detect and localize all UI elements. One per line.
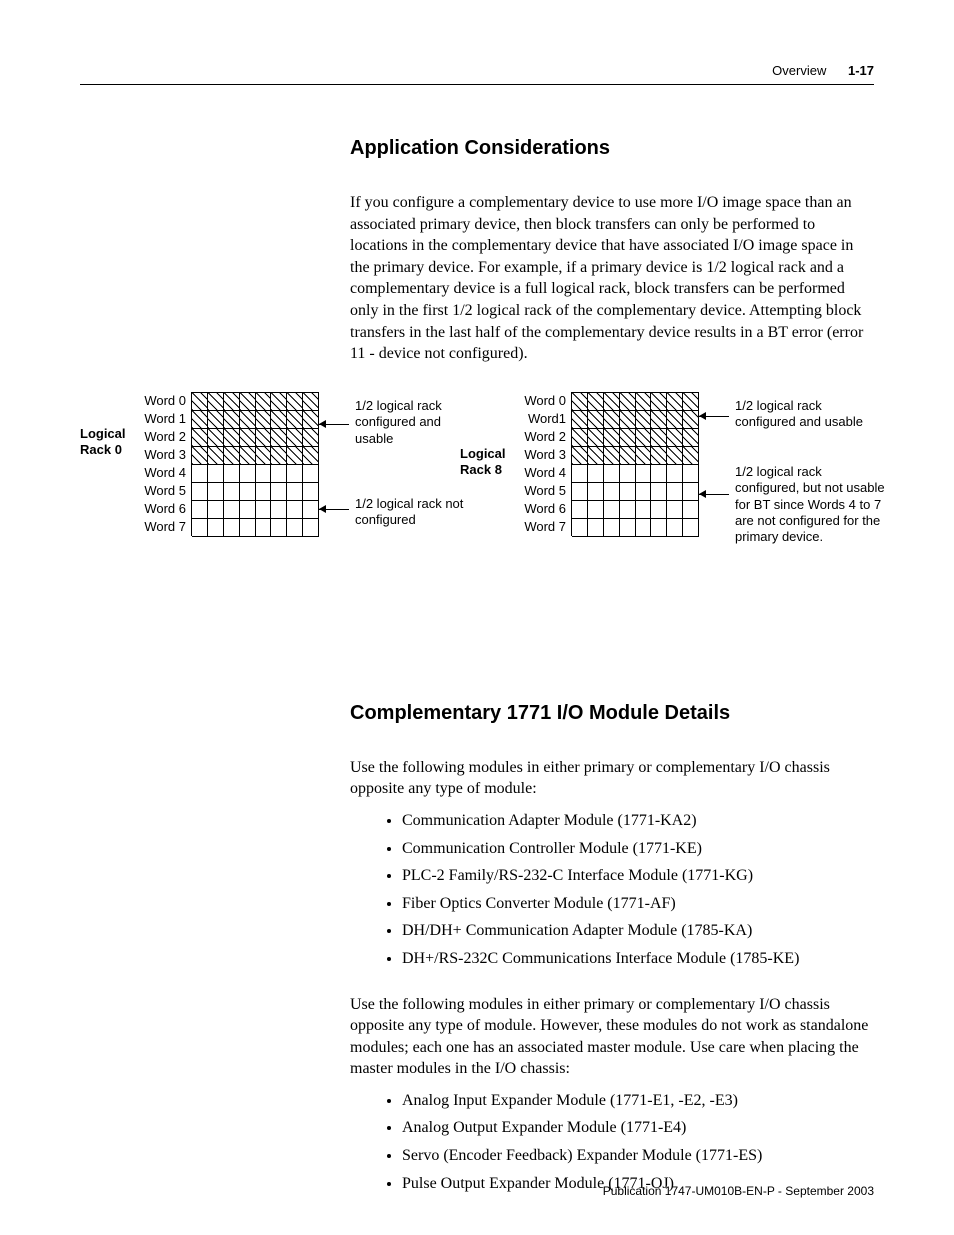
header-rule (80, 84, 874, 85)
header-section: Overview (772, 63, 826, 78)
word-label: Word 2 (128, 428, 186, 446)
list-item: Fiber Optics Converter Module (1771-AF) (402, 893, 874, 915)
arrow-head-icon (319, 505, 326, 513)
word-label: Word 4 (128, 464, 186, 482)
word-label: Word 3 (128, 446, 186, 464)
word-label: Word 6 (508, 500, 566, 518)
arrow-head-icon (699, 490, 706, 498)
publication-footer: Publication 1747-UM010B-EN-P - September… (603, 1183, 874, 1199)
list-item: DH/DH+ Communication Adapter Module (178… (402, 920, 874, 942)
word-label: Word 0 (508, 392, 566, 410)
list-item: PLC-2 Family/RS-232-C Interface Module (… (402, 865, 874, 887)
rack0-grid (191, 392, 319, 536)
word-label: Word 2 (508, 428, 566, 446)
arrow-head-icon (699, 412, 706, 420)
module-list-2: Analog Input Expander Module (1771-E1, -… (350, 1090, 874, 1194)
word-label: Word 6 (128, 500, 186, 518)
list-item: Analog Input Expander Module (1771-E1, -… (402, 1090, 874, 1112)
rack8-word-labels: Word 0 Word1 Word 2 Word 3 Word 4 Word 5… (508, 392, 566, 536)
list-item: Communication Adapter Module (1771-KA2) (402, 810, 874, 832)
annotation-d: 1/2 logical rack configured, but not usa… (735, 464, 885, 545)
word-label: Word 0 (128, 392, 186, 410)
word-label: Word 7 (508, 518, 566, 536)
word-label: Word 5 (128, 482, 186, 500)
word-label: Word 4 (508, 464, 566, 482)
annotation-c: 1/2 logical rack configured and usable (735, 398, 885, 431)
list-item: DH+/RS-232C Communications Interface Mod… (402, 948, 874, 970)
arrow-head-icon (319, 420, 326, 428)
paragraph-comp1: Use the following modules in either prim… (350, 757, 874, 800)
logical-rack-diagram: Logical Rack 0 Word 0 Word 1 Word 2 Word… (80, 392, 874, 592)
word-label: Word 7 (128, 518, 186, 536)
module-list-1: Communication Adapter Module (1771-KA2) … (350, 810, 874, 970)
word-label: Word 5 (508, 482, 566, 500)
annotation-a: 1/2 logical rack configured and usable (355, 398, 465, 447)
list-item: Analog Output Expander Module (1771-E4) (402, 1117, 874, 1139)
running-header: Overview 1-17 (772, 62, 874, 80)
word-label: Word 3 (508, 446, 566, 464)
header-page-number: 1-17 (848, 63, 874, 78)
word-label: Word 1 (128, 410, 186, 428)
heading-complementary-modules: Complementary 1771 I/O Module Details (350, 700, 874, 727)
word-label: Word1 (508, 410, 566, 428)
paragraph-app-considerations: If you configure a complementary device … (350, 192, 874, 365)
rack0-label: Logical Rack 0 (80, 426, 128, 457)
list-item: Communication Controller Module (1771-KE… (402, 838, 874, 860)
heading-application-considerations: Application Considerations (350, 135, 874, 162)
rack0-word-labels: Word 0 Word 1 Word 2 Word 3 Word 4 Word … (128, 392, 186, 536)
rack8-label: Logical Rack 8 (460, 446, 508, 477)
rack8-grid (571, 392, 699, 536)
paragraph-comp2: Use the following modules in either prim… (350, 994, 874, 1080)
list-item: Servo (Encoder Feedback) Expander Module… (402, 1145, 874, 1167)
annotation-b: 1/2 logical rack not configured (355, 496, 475, 529)
